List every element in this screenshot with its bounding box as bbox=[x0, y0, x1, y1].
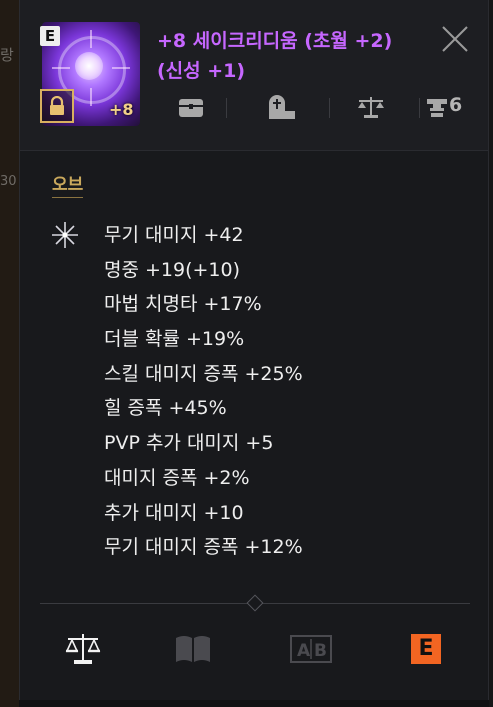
tab-scale[interactable] bbox=[60, 626, 106, 672]
stat-line: 명중 +19(+10) bbox=[104, 258, 241, 281]
divider-diamond-icon bbox=[246, 594, 264, 612]
item-tooltip-panel: E +8 +8 세이크리디움 (초월 +2) (신성 +1) 6 오브 무기 대… bbox=[19, 0, 489, 700]
background-number-fragment: 30 bbox=[0, 174, 17, 189]
stat-line: 무기 대미지 증폭 +12% bbox=[104, 536, 303, 559]
scale-icon bbox=[65, 634, 101, 664]
stat-list: 무기 대미지 +42 명중 +19(+10) 마법 치명타 +17% 더블 확률… bbox=[104, 218, 303, 565]
item-name: +8 세이크리디움 (초월 +2) (신성 +1) bbox=[157, 30, 393, 82]
e-grade-icon: E bbox=[411, 634, 441, 664]
stat-line: 마법 치명타 +17% bbox=[104, 293, 262, 316]
enchant-level: +8 bbox=[109, 100, 134, 119]
stat-line: 더블 확률 +19% bbox=[104, 328, 245, 351]
item-attribute-icons: 6 bbox=[157, 90, 477, 124]
stat-line: 추가 대미지 +10 bbox=[104, 501, 244, 524]
background-strip bbox=[0, 0, 20, 707]
trade-button[interactable] bbox=[355, 92, 387, 122]
section-title: 오브 bbox=[52, 170, 84, 198]
close-icon bbox=[442, 26, 468, 52]
stat-line: 대미지 증폭 +2% bbox=[104, 466, 250, 489]
tab-book[interactable] bbox=[170, 626, 216, 672]
stat-line: 무기 대미지 +42 bbox=[104, 224, 244, 246]
grade-badge: E bbox=[40, 26, 60, 46]
enchant-count: 6 bbox=[449, 94, 463, 116]
ab-icon: A B bbox=[290, 635, 332, 663]
storage-button[interactable] bbox=[175, 92, 207, 122]
destroy-button[interactable] bbox=[265, 92, 297, 122]
bottom-edge bbox=[19, 700, 489, 707]
chest-icon bbox=[179, 99, 203, 117]
svg-text:B: B bbox=[314, 641, 327, 661]
background-text-fragment: 랑 bbox=[0, 46, 14, 64]
lock-icon bbox=[50, 96, 64, 115]
svg-text:A: A bbox=[297, 641, 311, 661]
anvil-icon bbox=[427, 99, 447, 117]
close-button[interactable] bbox=[440, 24, 470, 54]
tab-ab[interactable]: A B bbox=[288, 626, 334, 672]
stat-line: PVP 추가 대미지 +5 bbox=[104, 432, 274, 455]
stat-line: 스킬 대미지 증폭 +25% bbox=[104, 362, 303, 385]
tooltip-header: E +8 +8 세이크리디움 (초월 +2) (신성 +1) 6 bbox=[20, 0, 488, 151]
star-sparkle-icon bbox=[52, 222, 78, 248]
tab-e-grade[interactable]: E bbox=[403, 626, 449, 672]
book-icon bbox=[176, 636, 210, 662]
stat-line: 힐 증폭 +45% bbox=[104, 397, 227, 420]
lock-button[interactable] bbox=[40, 89, 74, 123]
scale-icon bbox=[358, 97, 384, 118]
tombstone-icon bbox=[269, 95, 295, 119]
